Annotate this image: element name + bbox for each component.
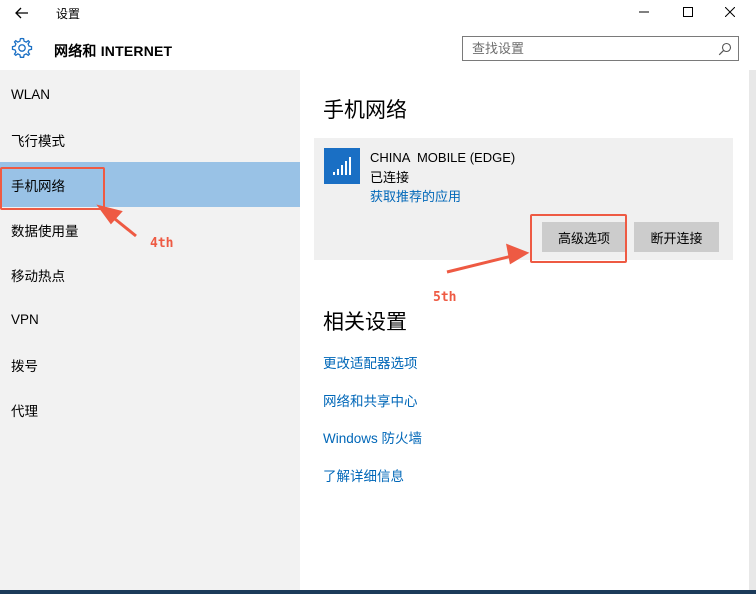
search-input[interactable] <box>463 37 713 60</box>
gear-icon <box>11 37 33 58</box>
sidebar-item-label: 数据使用量 <box>11 223 79 239</box>
minimize-icon <box>639 11 649 13</box>
arrow-left-icon <box>15 7 28 19</box>
maximize-icon <box>683 7 693 17</box>
section-title: 网络和 INTERNET <box>54 43 173 59</box>
main-content: 手机网络 CHINA MOBILE (EDGE) 已连接 获取推荐的应用 高级选… <box>300 70 756 594</box>
minimize-button[interactable] <box>622 0 666 24</box>
signal-tile <box>324 148 360 184</box>
sidebar-item-label: 移动热点 <box>11 268 65 284</box>
sidebar: WLAN 飞行模式 手机网络 数据使用量 移动热点 VPN 拨号 代理 <box>0 70 300 594</box>
cellular-signal-icon <box>333 157 351 175</box>
sidebar-item-label: 拨号 <box>11 358 38 374</box>
network-name: CHINA MOBILE (EDGE) <box>370 150 516 165</box>
sidebar-item-vpn[interactable]: VPN <box>0 297 300 342</box>
sidebar-item-label: WLAN <box>11 87 51 102</box>
sidebar-item-airplane-mode[interactable]: 飞行模式 <box>0 117 300 162</box>
maximize-button[interactable] <box>666 0 710 24</box>
annotation-step4-label: 4th <box>150 236 174 251</box>
back-button[interactable] <box>8 2 36 24</box>
sidebar-item-proxy[interactable]: 代理 <box>0 387 300 432</box>
taskbar-edge <box>0 590 756 594</box>
close-button[interactable] <box>708 0 752 24</box>
search-icon[interactable] <box>718 42 732 56</box>
sidebar-item-label: 代理 <box>11 403 38 419</box>
change-adapter-options-link[interactable]: 更改适配器选项 <box>323 352 418 372</box>
network-card[interactable]: CHINA MOBILE (EDGE) 已连接 获取推荐的应用 高级选项 断开连… <box>314 138 733 260</box>
scrollbar-track[interactable] <box>749 70 756 594</box>
network-sharing-center-link[interactable]: 网络和共享中心 <box>323 390 418 410</box>
window-title: 设置 <box>56 7 81 21</box>
page-title: 手机网络 <box>323 99 407 122</box>
title-bar: 设置 <box>0 0 756 26</box>
search-box[interactable] <box>462 36 739 61</box>
get-recommended-apps-link[interactable]: 获取推荐的应用 <box>370 186 461 205</box>
sidebar-item-mobile-hotspot[interactable]: 移动热点 <box>0 252 300 297</box>
page-header: 网络和 INTERNET <box>0 26 756 70</box>
annotation-box-step5 <box>530 214 627 263</box>
sidebar-item-label: 飞行模式 <box>11 133 65 149</box>
network-status: 已连接 <box>370 170 410 185</box>
sidebar-item-dial-up[interactable]: 拨号 <box>0 342 300 387</box>
annotation-step5-label: 5th <box>433 290 457 305</box>
sidebar-item-label: VPN <box>11 312 39 327</box>
windows-firewall-link[interactable]: Windows 防火墙 <box>323 427 422 447</box>
learn-more-link[interactable]: 了解详细信息 <box>323 465 404 485</box>
close-icon <box>725 7 735 17</box>
sidebar-item-wlan[interactable]: WLAN <box>0 72 300 117</box>
related-settings-title: 相关设置 <box>323 311 407 334</box>
disconnect-button[interactable]: 断开连接 <box>634 222 719 252</box>
annotation-box-step4 <box>0 167 105 210</box>
